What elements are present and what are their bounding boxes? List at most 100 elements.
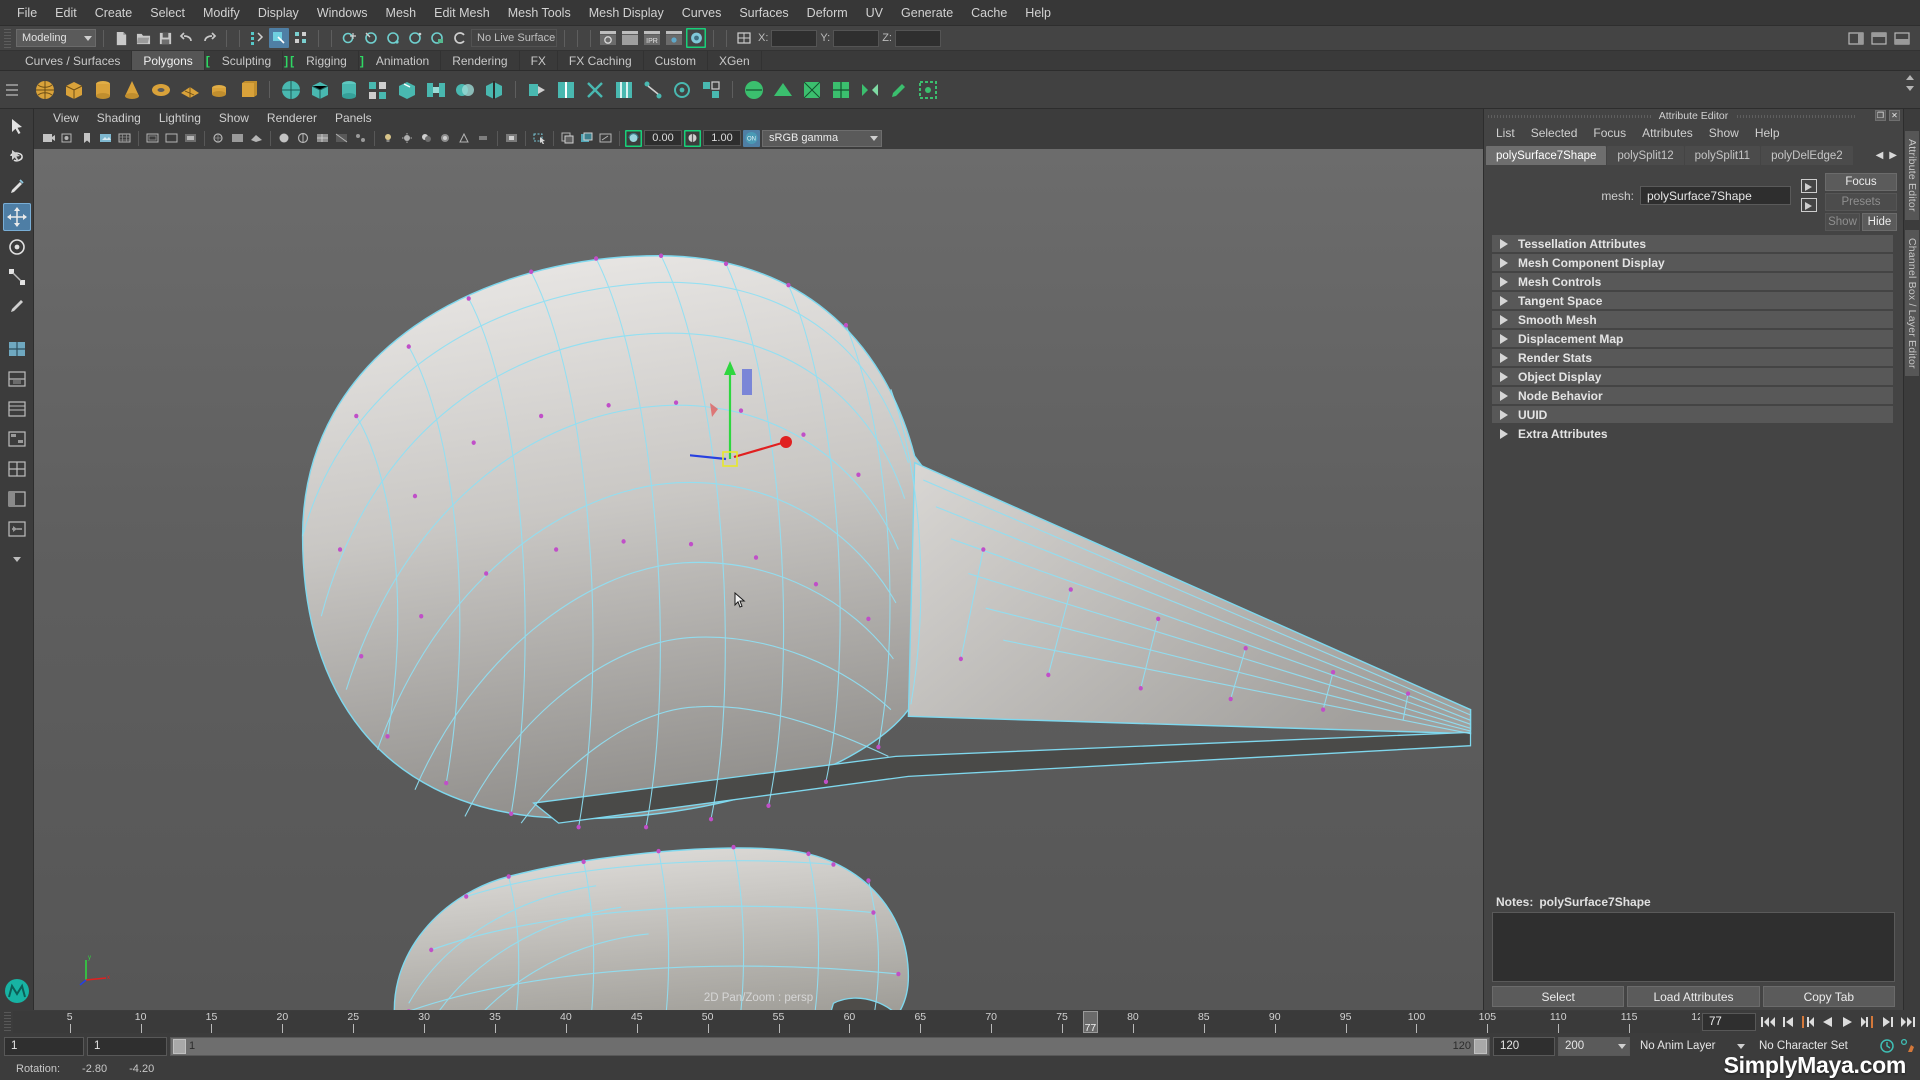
shade-options-icon[interactable]: [295, 130, 312, 147]
viewport-menu-show[interactable]: Show: [210, 110, 258, 126]
select-camera-icon[interactable]: [40, 130, 57, 147]
menu-set-selector[interactable]: Modeling: [16, 29, 96, 47]
viewport-menu-panels[interactable]: Panels: [326, 110, 381, 126]
menu-edit-mesh[interactable]: Edit Mesh: [425, 3, 499, 23]
x-input[interactable]: [771, 29, 818, 47]
shelf-overflow-handle[interactable]: [6, 79, 20, 101]
save-scene-icon[interactable]: [155, 28, 175, 48]
live-surface-field[interactable]: No Live Surface: [471, 29, 557, 47]
hide-button[interactable]: Hide: [1862, 213, 1897, 231]
gamma-icon[interactable]: [684, 130, 701, 147]
shelf-tab-xgen[interactable]: XGen: [708, 51, 762, 70]
wireframe-on-shaded-icon[interactable]: [314, 130, 331, 147]
shelf-scroll-arrows[interactable]: [1904, 74, 1916, 92]
combine-icon[interactable]: [452, 77, 478, 103]
play-backwards-icon[interactable]: [1819, 1014, 1836, 1031]
menu-generate[interactable]: Generate: [892, 3, 962, 23]
lasso-tool-icon[interactable]: [3, 143, 31, 171]
dock-tab-attribute-editor[interactable]: Attribute Editor: [1905, 131, 1919, 220]
layout-more-icon[interactable]: [3, 515, 31, 543]
section-mesh-controls[interactable]: Mesh Controls: [1492, 273, 1893, 290]
mirror-geometry-icon[interactable]: [857, 77, 883, 103]
snap-to-grid-icon[interactable]: [339, 28, 359, 48]
bookmark-icon[interactable]: [78, 130, 95, 147]
shelf-tab-animation[interactable]: Animation: [365, 51, 442, 70]
ae-tab-scroll-arrows[interactable]: ◀ ▶: [1876, 146, 1901, 165]
select-by-object-icon[interactable]: [269, 28, 289, 48]
make-live-icon[interactable]: [449, 28, 469, 48]
poly-sphere-icon[interactable]: [32, 77, 58, 103]
menu-curves[interactable]: Curves: [673, 3, 731, 23]
section-tessellation-attributes[interactable]: Tessellation Attributes: [1492, 235, 1893, 252]
poly-cylinder-icon[interactable]: [90, 77, 116, 103]
undock-icon[interactable]: ❐: [1875, 110, 1886, 121]
sculpt-tool-icon[interactable]: [886, 77, 912, 103]
section-extra-attributes[interactable]: Extra Attributes: [1492, 425, 1893, 442]
open-scene-icon[interactable]: [133, 28, 153, 48]
lighting-default-icon[interactable]: [380, 130, 397, 147]
grid-toggle-icon[interactable]: [116, 130, 133, 147]
offset-edge-loop-icon[interactable]: [611, 77, 637, 103]
shelf-tab-rigging[interactable]: Rigging: [295, 51, 359, 70]
xray-joints-icon[interactable]: [352, 130, 369, 147]
poly-plane-icon[interactable]: [177, 77, 203, 103]
node-input-connection-icon[interactable]: [1801, 179, 1817, 193]
shelf-tab-fx-caching[interactable]: FX Caching: [558, 51, 644, 70]
viewport-menu-view[interactable]: View: [44, 110, 88, 126]
layout-persp-outliner-icon[interactable]: [3, 395, 31, 423]
exposure-input[interactable]: 0.00: [644, 130, 682, 146]
ao-icon[interactable]: [437, 130, 454, 147]
go-to-start-icon[interactable]: [1759, 1014, 1776, 1031]
next-key-icon[interactable]: [1859, 1014, 1876, 1031]
ae-tab-polydeledge2[interactable]: polyDelEdge2: [1761, 146, 1853, 165]
range-slider-left-handle[interactable]: [173, 1038, 186, 1054]
close-icon[interactable]: ✕: [1889, 110, 1900, 121]
animation-end-time-field[interactable]: 200: [1558, 1036, 1630, 1056]
ae-menu-list[interactable]: List: [1488, 124, 1523, 142]
menu-edit[interactable]: Edit: [46, 3, 86, 23]
playback-start-time-field[interactable]: 1: [87, 1036, 167, 1056]
layout-expand-icon[interactable]: [3, 545, 31, 573]
ae-tab-polysplit11[interactable]: polySplit11: [1684, 146, 1761, 165]
toggle-editor-icon[interactable]: [734, 28, 754, 48]
render-settings-icon[interactable]: [664, 28, 684, 48]
paint-select-tool-icon[interactable]: [3, 173, 31, 201]
timeline-gripper[interactable]: [4, 1012, 11, 1032]
gate-mask-icon[interactable]: [182, 130, 199, 147]
animation-start-time-field[interactable]: 1: [4, 1036, 84, 1056]
ae-menu-selected[interactable]: Selected: [1523, 124, 1586, 142]
ipr-render-icon[interactable]: IPR: [642, 28, 662, 48]
new-scene-icon[interactable]: [111, 28, 131, 48]
menu-help[interactable]: Help: [1016, 3, 1060, 23]
copy-tab-button[interactable]: Copy Tab: [1762, 986, 1895, 1007]
resolution-gate-icon[interactable]: [144, 130, 161, 147]
hypershade-icon[interactable]: [686, 28, 706, 48]
viewport-copy-icon[interactable]: [559, 130, 576, 147]
tab-prev-icon[interactable]: ◀: [1876, 150, 1884, 161]
dock-tab-channel-box[interactable]: Channel Box / Layer Editor: [1905, 229, 1919, 377]
image-plane-icon[interactable]: [97, 130, 114, 147]
section-displacement-map[interactable]: Displacement Map: [1492, 330, 1893, 347]
cylinder-primitive-icon[interactable]: [336, 77, 362, 103]
range-slider[interactable]: 1 120: [170, 1036, 1490, 1056]
move-manipulator[interactable]: [690, 347, 810, 477]
cube-primitive-icon[interactable]: [307, 77, 333, 103]
node-output-connection-icon[interactable]: [1801, 198, 1817, 212]
go-to-end-icon[interactable]: [1899, 1014, 1916, 1031]
section-uuid[interactable]: UUID: [1492, 406, 1893, 423]
section-node-behavior[interactable]: Node Behavior: [1492, 387, 1893, 404]
step-forward-icon[interactable]: [1879, 1014, 1896, 1031]
menu-create[interactable]: Create: [86, 3, 142, 23]
poly-cone-icon[interactable]: [119, 77, 145, 103]
load-attributes-button[interactable]: Load Attributes: [1627, 986, 1760, 1007]
layout-single-icon[interactable]: [3, 335, 31, 363]
select-by-hierarchy-icon[interactable]: [247, 28, 267, 48]
layout-hypergraph-icon[interactable]: [3, 425, 31, 453]
node-name-input[interactable]: polySurface7Shape: [1640, 186, 1791, 205]
soft-selection-icon[interactable]: [915, 77, 941, 103]
snap-to-projected-center-icon[interactable]: [405, 28, 425, 48]
layout-outliner-persp-icon[interactable]: [3, 485, 31, 513]
ae-menu-show[interactable]: Show: [1701, 124, 1747, 142]
select-region-icon[interactable]: [531, 130, 548, 147]
section-render-stats[interactable]: Render Stats: [1492, 349, 1893, 366]
